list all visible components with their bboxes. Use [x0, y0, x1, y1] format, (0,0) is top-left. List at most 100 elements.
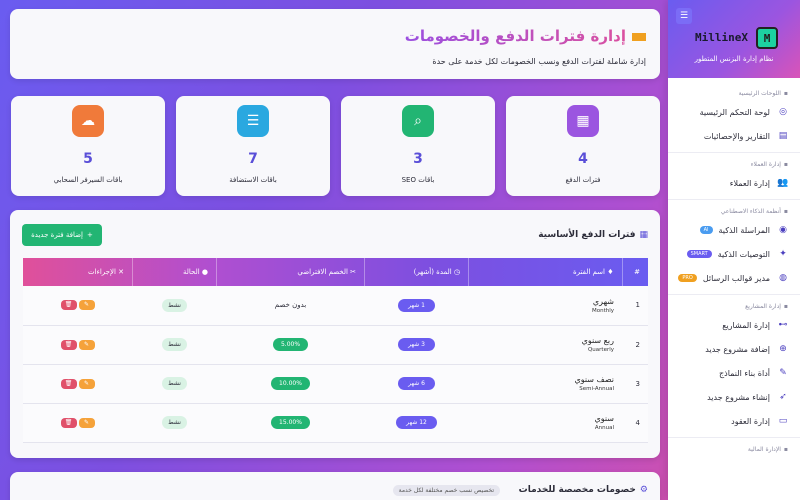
brand-logo[interactable]: M: [756, 27, 778, 49]
table-row[interactable]: 4 سنوي Annual 12 شهر 15.00% نشط ✎🗑: [22, 403, 648, 443]
sidebar-section-title: ▪ إدارة العملاء: [668, 157, 800, 171]
delete-icon[interactable]: 🗑: [60, 378, 77, 389]
service-discounts-card: ⚙خصومات مخصصة للخدمات تخصيص نسب خصم مختل…: [10, 472, 660, 500]
service-discounts-title-text: خصومات مخصصة للخدمات: [518, 485, 636, 495]
stat-card: ▦ 4 فترات الدفع: [506, 96, 660, 196]
column-header-label: الحالة: [183, 268, 200, 276]
sidebar-item[interactable]: ✎ أداة بناء النماذج: [668, 361, 800, 385]
stat-value: 3: [413, 151, 423, 167]
page-subtitle: إدارة شاملة لفترات الدفع ونسب الخصومات ل…: [432, 57, 646, 66]
page-title-text: إدارة فترات الدفع والخصومات: [404, 27, 626, 45]
table-row[interactable]: 1 شهري Monthly 1 شهر بدون خصم نشط ✎🗑: [22, 286, 648, 326]
cloud-icon: ☁: [72, 105, 104, 137]
server-icon: ☰: [237, 105, 269, 137]
section-icon: ▪: [783, 207, 788, 215]
sidebar-item[interactable]: ◎ لوحة التحكم الرئيسية: [668, 100, 800, 124]
row-index: 1: [622, 286, 648, 326]
column-header-label: #: [634, 268, 640, 276]
sidebar-item[interactable]: ▭ إدارة العقود: [668, 409, 800, 433]
discount-text: بدون خصم: [274, 301, 307, 310]
stat-card: ☁ 5 باقات السيرفر السحابي: [11, 96, 165, 196]
status-cell: نشط: [132, 286, 217, 326]
discount-pill: 10.00%: [271, 377, 310, 390]
column-header[interactable]: ◷ المدة (أشهر): [364, 258, 469, 286]
sidebar-item[interactable]: ✦ التوصيات الذكية SMART: [668, 242, 800, 266]
sidebar-item[interactable]: ▤ التقارير والإحصائيات: [668, 124, 800, 148]
contract-icon: ▭: [778, 416, 788, 426]
sidebar-item[interactable]: ➶ إنشاء مشروع جديد: [668, 385, 800, 409]
column-header[interactable]: #: [621, 258, 648, 286]
sidebar-item-label: إضافة مشروع جديد: [705, 344, 770, 354]
sidebar-item-label: إدارة العملاء: [729, 178, 770, 188]
add-period-button[interactable]: + إضافة فترة جديدة: [22, 224, 102, 246]
edit-icon[interactable]: ✎: [78, 300, 95, 311]
percent-icon: ⚙: [639, 485, 648, 495]
column-header-label: المدة (أشهر): [413, 268, 452, 276]
delete-icon[interactable]: 🗑: [60, 417, 77, 428]
calendar-icon: ▦: [639, 230, 648, 240]
discount-pill: 5.00%: [272, 338, 309, 351]
sidebar-item[interactable]: ◍ مدير قوالب الرسائل PRO: [668, 266, 800, 290]
periods-table-card: ▦فترات الدفع الأساسية + إضافة فترة جديدة…: [10, 210, 660, 458]
search-icon: ⌕: [402, 105, 434, 137]
sidebar-section-title: ▪ الإدارة المالية: [668, 442, 800, 456]
brand-tagline: نظام إدارة البزنس المتطور: [694, 55, 774, 63]
sidebar-item-label: إدارة العقود: [731, 416, 770, 426]
pen-icon: ✎: [779, 368, 787, 378]
sidebar-item[interactable]: ⊕ إضافة مشروع جديد: [668, 337, 800, 361]
period-name-en: Annual: [594, 425, 614, 431]
edit-icon[interactable]: ✎: [78, 417, 95, 428]
column-header[interactable]: ♦ اسم الفترة: [468, 258, 622, 286]
sidebar-item-badge: SMART: [686, 250, 712, 258]
sidebar-divider: [668, 152, 800, 153]
delete-icon[interactable]: 🗑: [60, 300, 77, 311]
chart-icon: ▤: [778, 131, 788, 141]
sidebar-section-title: ▪ إدارة المشاريع: [668, 299, 800, 313]
sidebar-divider: [668, 294, 800, 295]
robot-icon: ◉: [779, 225, 787, 235]
sidebar-item[interactable]: 👥 إدارة العملاء: [668, 171, 800, 195]
period-name-cell: سنوي Annual: [468, 403, 622, 443]
table-row[interactable]: 2 ربع سنوي Quarterly 3 شهر 5.00% نشط ✎🗑: [22, 325, 648, 365]
sidebar-item-badge: PRO: [678, 274, 697, 282]
status-cell: نشط: [132, 325, 217, 365]
edit-icon[interactable]: ✎: [78, 378, 95, 389]
delete-icon[interactable]: 🗑: [60, 339, 77, 350]
sidebar-item-label: أداة بناء النماذج: [719, 368, 770, 378]
sidebar-section-title: ▪ اللوحات الرئيسية: [668, 86, 800, 100]
section-icon: ▪: [783, 302, 788, 310]
sidebar-section-title: ▪ أنظمة الذكاء الاصطناعي: [668, 204, 800, 218]
menu-toggle-icon[interactable]: ☰: [676, 8, 692, 24]
sidebar-item[interactable]: ◉ المراسلة الذكية AI: [668, 218, 800, 242]
discount-cell: 10.00%: [216, 364, 365, 404]
stat-value: 4: [578, 151, 588, 167]
periods-table-title: ▦فترات الدفع الأساسية: [538, 230, 648, 240]
column-header[interactable]: ✕ الإجراءات: [22, 258, 133, 286]
stat-label: فترات الدفع: [565, 176, 601, 184]
column-icon: ✂: [347, 268, 356, 276]
stat-label: باقات SEO: [401, 176, 435, 184]
period-name-en: Quarterly: [587, 347, 614, 353]
sidebar-item[interactable]: ⊶ إدارة المشاريع: [668, 313, 800, 337]
table-row[interactable]: 3 نصف سنوي Semi-Annual 6 شهر 10.00% نشط ✎🗑: [22, 364, 648, 404]
periods-table-title-text: فترات الدفع الأساسية: [538, 230, 636, 240]
stat-card: ⌕ 3 باقات SEO: [341, 96, 495, 196]
brand-name: MillineX: [695, 31, 748, 44]
plus-icon: +: [87, 231, 93, 239]
period-name: نصف سنوي: [574, 375, 615, 384]
column-header[interactable]: ✂ الخصم الافتراضي: [216, 258, 365, 286]
stat-label: باقات الاستضافة: [229, 176, 277, 184]
stat-value: 7: [248, 151, 258, 167]
title-flag-icon: [632, 32, 646, 41]
section-icon: ▪: [783, 89, 788, 97]
column-header[interactable]: ● الحالة: [132, 258, 217, 286]
duration-cell: 1 شهر: [364, 286, 469, 326]
period-name-en: Monthly: [591, 307, 614, 314]
actions-cell: ✎🗑: [22, 325, 133, 365]
service-discounts-title: ⚙خصومات مخصصة للخدمات: [519, 485, 648, 495]
sidebar-section-label: اللوحات الرئيسية: [738, 89, 781, 97]
edit-icon[interactable]: ✎: [78, 339, 95, 350]
column-icon: ♦: [604, 268, 614, 276]
section-icon: ▪: [783, 160, 788, 168]
sidebar: M MillineX نظام إدارة البزنس المتطور ▪ ال…: [668, 0, 800, 500]
